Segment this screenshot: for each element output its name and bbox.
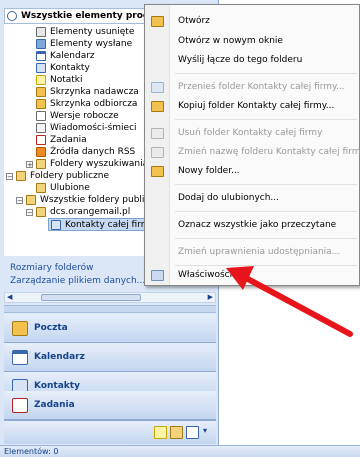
move-folder-icon: [151, 82, 164, 93]
collapse-icon[interactable]: −: [26, 209, 33, 217]
menu-item-label: Kopiuj folder Kontakty całej firmy...: [178, 101, 335, 111]
menu-separator: [175, 238, 357, 239]
nav-button-tasks[interactable]: Zadania: [4, 391, 216, 420]
outbox-icon: [36, 87, 46, 97]
menu-item-move-folder[interactable]: Przenieś folder Kontakty całej firmy...: [146, 78, 358, 97]
arrow-shaft: [243, 275, 353, 337]
menu-item-rename-folder[interactable]: Zmień nazwę folderu Kontakty całej firmy…: [146, 143, 360, 162]
nav-button-label: Zadania: [34, 400, 75, 410]
collapse-icon[interactable]: −: [6, 173, 13, 181]
pane-splitter[interactable]: [4, 305, 216, 313]
search-icon: [7, 11, 17, 21]
menu-item-properties[interactable]: Właściwości: [146, 266, 358, 285]
drafts-icon: [36, 111, 46, 121]
public-folders-icon: [16, 171, 26, 181]
folder-list-icon[interactable]: [170, 426, 183, 439]
delete-icon: [151, 128, 164, 139]
menu-item-new-folder[interactable]: Nowy folder...: [146, 162, 358, 181]
sent-items-icon: [36, 39, 46, 49]
status-bar: Elementów: 0: [0, 445, 360, 457]
mini-nav-band: ▾: [4, 420, 216, 444]
status-item-count: Elementów: 0: [4, 447, 59, 456]
tasks-icon: [36, 135, 46, 145]
menu-item-label: Wyślij łącze do tego folderu: [178, 55, 303, 65]
contacts-folder-icon: [51, 220, 61, 230]
menu-separator: [175, 73, 357, 74]
tree-item-label: Kontakty całej firmy: [65, 220, 155, 230]
calendar-icon: [12, 350, 28, 365]
menu-item-open-new-window[interactable]: Otwórz w nowym oknie: [146, 32, 358, 51]
menu-item-label: Zmień uprawnienia udostępniania...: [178, 247, 341, 257]
rename-icon: [151, 147, 164, 158]
search-folders-icon: [36, 159, 46, 169]
rss-feeds-icon: [36, 147, 46, 157]
open-folder-icon: [151, 16, 164, 27]
copy-folder-icon: [151, 101, 164, 112]
menu-item-label: Zmień nazwę folderu Kontakty całej firmy…: [178, 147, 360, 157]
menu-separator: [175, 211, 357, 212]
notes-icon[interactable]: [154, 426, 167, 439]
expand-icon[interactable]: +: [26, 161, 33, 169]
menu-item-send-link[interactable]: Wyślij łącze do tego folderu: [146, 51, 358, 70]
menu-item-open[interactable]: Otwórz: [146, 12, 358, 31]
menu-item-change-permissions[interactable]: Zmień uprawnienia udostępniania...: [146, 243, 358, 262]
nav-button-mail[interactable]: Poczta: [4, 314, 216, 343]
menu-item-label: Nowy folder...: [178, 166, 240, 176]
menu-item-label: Usuń folder Kontakty całej firmy: [178, 128, 323, 138]
nav-button-label: Kalendarz: [34, 352, 85, 362]
manage-data-file-link[interactable]: Zarządzanie plikiem danych...: [10, 276, 145, 286]
scroll-left-icon[interactable]: ◀: [7, 293, 12, 301]
properties-icon: [151, 270, 164, 281]
menu-separator: [175, 119, 357, 120]
folder-icon: [26, 195, 36, 205]
scrollbar-thumb[interactable]: [41, 294, 141, 301]
collapse-icon[interactable]: −: [16, 197, 23, 205]
shortcuts-icon[interactable]: [186, 426, 199, 439]
horizontal-scrollbar[interactable]: ◀ ▶: [4, 292, 216, 303]
folder-icon: [36, 207, 46, 217]
notes-icon: [36, 75, 46, 85]
favorites-icon: [36, 183, 46, 193]
menu-item-mark-all-read[interactable]: Oznacz wszystkie jako przeczytane: [146, 216, 358, 235]
inbox-icon: [36, 99, 46, 109]
scroll-right-icon[interactable]: ▶: [208, 293, 213, 301]
nav-button-label: Poczta: [34, 323, 68, 333]
folder-sizes-link[interactable]: Rozmiary folderów: [10, 263, 94, 273]
menu-separator: [175, 184, 357, 185]
calendar-icon: [36, 51, 46, 61]
configure-buttons-icon[interactable]: ▾: [203, 426, 207, 435]
contacts-icon: [36, 63, 46, 73]
menu-item-add-favorites[interactable]: Dodaj do ulubionych...: [146, 189, 358, 208]
tasks-icon: [12, 398, 28, 413]
junk-mail-icon: [36, 123, 46, 133]
nav-button-calendar[interactable]: Kalendarz: [4, 343, 216, 372]
context-menu: Otwórz Otwórz w nowym oknie Wyślij łącze…: [144, 4, 360, 286]
menu-item-copy-folder[interactable]: Kopiuj folder Kontakty całej firmy...: [146, 97, 358, 116]
menu-item-label: Właściwości: [178, 270, 233, 280]
menu-item-delete-folder[interactable]: Usuń folder Kontakty całej firmy: [146, 124, 358, 143]
menu-item-label: Otwórz: [178, 16, 210, 26]
nav-button-label: Kontakty: [34, 381, 80, 391]
menu-item-label: Przenieś folder Kontakty całej firmy...: [178, 82, 345, 92]
deleted-items-icon: [36, 27, 46, 37]
new-folder-icon: [151, 166, 164, 177]
menu-item-label: Oznacz wszystkie jako przeczytane: [178, 220, 337, 230]
menu-item-label: Otwórz w nowym oknie: [178, 36, 283, 46]
menu-item-label: Dodaj do ulubionych...: [178, 193, 279, 203]
mail-icon: [12, 321, 28, 336]
